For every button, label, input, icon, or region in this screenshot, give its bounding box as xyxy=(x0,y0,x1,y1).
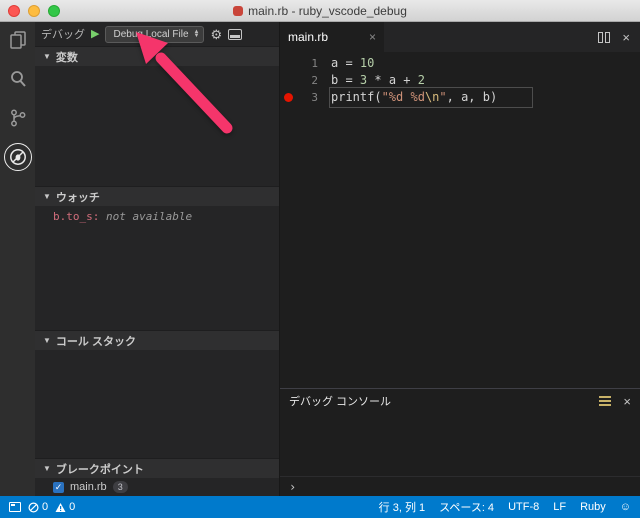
debug-toolbar: デバッグ ▶ Debug Local File ▲ ▼ ⚙ xyxy=(35,22,279,46)
clear-console-icon[interactable] xyxy=(599,396,612,406)
titlebar: main.rb - ruby_vscode_debug xyxy=(0,0,640,22)
breakpoint-dot[interactable] xyxy=(283,93,293,102)
debug-sidebar: デバッグ ▶ Debug Local File ▲ ▼ ⚙ ▼ 変数 ▼ ウォッチ xyxy=(35,22,280,496)
variables-body xyxy=(35,66,279,186)
code-line[interactable]: 1 a = 10 xyxy=(280,55,640,72)
language-mode[interactable]: Ruby xyxy=(580,501,606,513)
window-title-text: main.rb - ruby_vscode_debug xyxy=(248,3,407,18)
watch-body: b.to_s: not available xyxy=(35,206,279,330)
status-window-icon[interactable] xyxy=(9,502,21,512)
console-input[interactable]: › xyxy=(280,476,640,496)
close-editor-icon[interactable]: × xyxy=(622,31,630,44)
code-editor[interactable]: 1 a = 10 2 b = 3 * a + 2 3 printf("%d %d\n", … xyxy=(280,52,640,388)
tab-label: main.rb xyxy=(288,30,329,44)
section-header-callstack[interactable]: ▼ コール スタック xyxy=(35,330,279,350)
launch-config-value: Debug Local File xyxy=(113,28,189,40)
window-title: main.rb - ruby_vscode_debug xyxy=(233,4,407,18)
sidebar-item-search[interactable] xyxy=(4,65,32,93)
status-bar: 0 0 行 3, 列 1 スペース: 4 UTF-8 LF Ruby ☺ xyxy=(0,496,640,518)
problems-indicator[interactable]: 0 0 xyxy=(28,501,75,513)
encoding[interactable]: UTF-8 xyxy=(508,501,539,513)
feedback-smiley-icon[interactable]: ☺ xyxy=(620,501,631,513)
error-icon xyxy=(28,501,39,513)
warning-count: 0 xyxy=(69,501,76,513)
cursor-position[interactable]: 行 3, 列 1 xyxy=(379,499,425,515)
minimize-window-button[interactable] xyxy=(28,5,40,17)
breakpoint-list-item[interactable]: ✓ main.rb 3 xyxy=(35,478,279,496)
watch-value: not available xyxy=(99,210,193,223)
watch-expression-item[interactable]: b.to_s: not available xyxy=(35,206,279,223)
line-number: 3 xyxy=(311,91,318,104)
chevron-down-icon: ▼ xyxy=(43,52,51,61)
code-text: printf("%d %d\n", a, b) xyxy=(328,87,534,108)
launch-config-select[interactable]: Debug Local File ▲ ▼ xyxy=(105,25,205,43)
breakpoint-checkbox[interactable]: ✓ xyxy=(53,481,64,493)
panel-actions: × xyxy=(599,395,631,408)
sidebar-title: デバッグ xyxy=(41,29,85,41)
code-lines: 1 a = 10 2 b = 3 * a + 2 3 printf("%d %d\n", … xyxy=(280,55,640,108)
section-header-watch[interactable]: ▼ ウォッチ xyxy=(35,186,279,206)
activity-bar xyxy=(0,22,35,496)
sidebar-item-explorer[interactable] xyxy=(4,26,32,54)
callstack-body xyxy=(35,350,279,458)
code-line[interactable]: 3 printf("%d %d\n", a, b) xyxy=(280,87,640,108)
sidebar-item-source-control[interactable] xyxy=(4,104,32,132)
tab-close-icon[interactable]: × xyxy=(369,30,376,44)
section-label: ブレークポイント xyxy=(55,463,144,476)
main-area: デバッグ ▶ Debug Local File ▲ ▼ ⚙ ▼ 変数 ▼ ウォッチ xyxy=(0,22,640,496)
vscode-window: main.rb - ruby_vscode_debug デバッグ ▶ Debug… xyxy=(0,0,640,518)
eol-setting[interactable]: LF xyxy=(553,501,566,513)
section-header-breakpoints[interactable]: ▼ ブレークポイント xyxy=(35,458,279,478)
section-header-variables[interactable]: ▼ 変数 xyxy=(35,46,279,66)
error-count: 0 xyxy=(42,501,49,513)
line-number: 1 xyxy=(311,57,318,70)
console-prompt-icon: › xyxy=(289,479,297,494)
traffic-lights xyxy=(8,5,60,17)
section-label: 変数 xyxy=(55,51,78,64)
chevron-down-icon: ▼ xyxy=(43,192,51,201)
close-panel-icon[interactable]: × xyxy=(623,395,631,408)
editor-group: main.rb × × 1 a = 10 2 b = 3 * a + 2 3 printf… xyxy=(280,22,640,496)
close-window-button[interactable] xyxy=(8,5,20,17)
debug-settings-gear-icon[interactable]: ⚙ xyxy=(210,28,222,41)
debug-console-panel: デバッグ コンソール × › xyxy=(280,388,640,496)
code-text: b = 3 * a + 2 xyxy=(331,73,425,87)
breakpoint-gutter[interactable] xyxy=(280,93,296,102)
tab-main-rb[interactable]: main.rb × xyxy=(280,22,384,52)
panel-header: デバッグ コンソール × xyxy=(280,389,640,413)
start-debug-button[interactable]: ▶ xyxy=(91,28,99,40)
zoom-window-button[interactable] xyxy=(48,5,60,17)
search-icon xyxy=(10,71,26,87)
explorer-icon xyxy=(9,31,26,49)
chevron-down-icon: ▼ xyxy=(43,336,51,345)
open-debug-console-icon[interactable] xyxy=(228,28,243,40)
line-number: 2 xyxy=(311,74,318,87)
panel-tab-debug-console[interactable]: デバッグ コンソール xyxy=(289,393,391,409)
source-control-icon xyxy=(10,109,25,127)
debug-icon xyxy=(9,149,26,165)
warning-icon xyxy=(55,502,66,512)
code-text: a = 10 xyxy=(331,56,375,70)
section-label: ウォッチ xyxy=(55,191,100,204)
console-output xyxy=(280,413,640,476)
document-proxy-icon xyxy=(233,5,244,16)
editor-tabbar: main.rb × × xyxy=(280,22,640,52)
code-line[interactable]: 2 b = 3 * a + 2 xyxy=(280,72,640,89)
status-bar-right: 行 3, 列 1 スペース: 4 UTF-8 LF Ruby ☺ xyxy=(379,499,631,515)
chevron-down-icon: ▼ xyxy=(43,464,51,473)
chevron-updown-icon: ▲ ▼ xyxy=(193,29,200,39)
split-editor-icon[interactable] xyxy=(598,31,611,43)
breakpoint-file: main.rb xyxy=(70,481,107,493)
sidebar-item-debug[interactable] xyxy=(3,143,32,171)
breakpoint-line-badge: 3 xyxy=(112,481,128,493)
indent-setting[interactable]: スペース: 4 xyxy=(439,499,494,515)
watch-expression: b.to_s: xyxy=(53,210,100,223)
editor-actions: × xyxy=(598,22,640,52)
section-label: コール スタック xyxy=(55,335,136,348)
